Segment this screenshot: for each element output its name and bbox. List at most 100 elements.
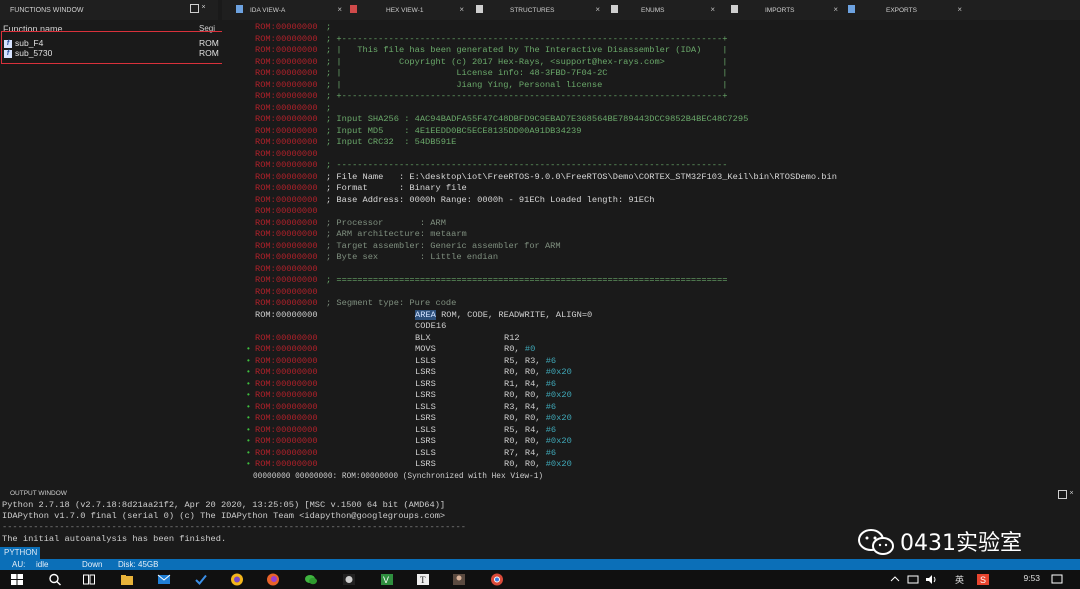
address-label[interactable]: ROM:00000000: [255, 68, 318, 79]
listing-line[interactable]: ROM:00000000 ; Segment type: Pure code: [222, 298, 1080, 309]
network-icon[interactable]: [906, 573, 920, 586]
mnemonic[interactable]: LSLS: [415, 448, 436, 459]
mnemonic[interactable]: LSRS: [415, 367, 436, 378]
vim-icon[interactable]: V: [380, 573, 394, 586]
address-label[interactable]: ROM:00000000: [255, 298, 318, 309]
operands[interactable]: R0, R0, #0x20: [504, 459, 572, 470]
mnemonic[interactable]: LSRS: [415, 459, 436, 470]
search-icon[interactable]: [48, 573, 62, 586]
listing-line[interactable]: ROM:00000000 AREA ROM, CODE, READWRITE, A…: [222, 309, 1080, 321]
close-tab-icon[interactable]: ×: [337, 5, 342, 14]
address-label[interactable]: ROM:00000000: [255, 402, 318, 413]
mnemonic[interactable]: LSLS: [415, 402, 436, 413]
address-label[interactable]: ROM:00000000: [255, 379, 318, 390]
mnemonic[interactable]: LSRS: [415, 390, 436, 401]
operands[interactable]: R0, #0: [504, 344, 535, 355]
ida-app-icon[interactable]: [342, 573, 356, 586]
address-label[interactable]: ROM:00000000: [255, 91, 318, 102]
listing-line[interactable]: ROM:00000000 ; Target assembler: Generic …: [222, 241, 1080, 252]
listing-line[interactable]: ROM:00000000 ; | This file has been gener…: [222, 45, 1080, 56]
listing-line[interactable]: ROM:00000000: [222, 264, 1080, 275]
listing-line[interactable]: ROM:00000000 BLX R12: [222, 333, 1080, 344]
listing-line[interactable]: ROM:00000000 ; Input MD5 : 4E1EEDD0BC5ECE…: [222, 126, 1080, 137]
firefox-icon[interactable]: [266, 573, 280, 586]
address-label[interactable]: ROM:00000000: [255, 310, 318, 321]
mnemonic[interactable]: LSRS: [415, 436, 436, 447]
address-label[interactable]: ROM:00000000: [255, 114, 318, 125]
listing-line[interactable]: • ROM:00000000 MOVS R0, #0: [222, 344, 1080, 355]
listing-line[interactable]: ROM:00000000 ; Byte sex : Little endian: [222, 252, 1080, 263]
address-label[interactable]: ROM:00000000: [255, 103, 318, 114]
address-label[interactable]: ROM:00000000: [255, 22, 318, 33]
python-button[interactable]: PYTHON: [0, 547, 40, 559]
tab-hex-view[interactable]: HEX VIEW-1 ×: [346, 0, 466, 20]
address-label[interactable]: ROM:00000000: [255, 218, 318, 229]
mnemonic[interactable]: LSRS: [415, 413, 436, 424]
operands[interactable]: R5, R4, #6: [504, 425, 556, 436]
mnemonic[interactable]: LSLS: [415, 425, 436, 436]
tab-exports[interactable]: EXPORTS ×: [844, 0, 964, 20]
listing-line[interactable]: ROM:00000000 ; --------------------------…: [222, 160, 1080, 171]
address-label[interactable]: ROM:00000000: [255, 34, 318, 45]
address-label[interactable]: ROM:00000000: [255, 459, 318, 470]
close-tab-icon[interactable]: ×: [459, 5, 464, 14]
listing-line[interactable]: ROM:00000000: [222, 206, 1080, 217]
typora-icon[interactable]: T: [416, 573, 430, 586]
address-label[interactable]: ROM:00000000: [255, 356, 318, 367]
close-tab-icon[interactable]: ×: [710, 5, 715, 14]
address-label[interactable]: ROM:00000000: [255, 206, 318, 217]
mail-icon[interactable]: [157, 573, 171, 586]
address-label[interactable]: ROM:00000000: [255, 126, 318, 137]
address-label[interactable]: ROM:00000000: [255, 264, 318, 275]
address-label[interactable]: ROM:00000000: [255, 333, 318, 344]
address-label[interactable]: ROM:00000000: [255, 344, 318, 355]
address-label[interactable]: ROM:00000000: [255, 229, 318, 240]
address-label[interactable]: ROM:00000000: [255, 195, 318, 206]
listing-line[interactable]: • ROM:00000000 LSRS R0, R0, #0x20: [222, 413, 1080, 424]
address-label[interactable]: ROM:00000000: [255, 367, 318, 378]
tab-structures[interactable]: STRUCTURES ×: [472, 0, 602, 20]
windows-start-icon[interactable]: [10, 573, 24, 586]
address-label[interactable]: ROM:00000000: [255, 172, 318, 183]
mnemonic[interactable]: LSLS: [415, 356, 436, 367]
area-keyword[interactable]: AREA: [415, 309, 436, 320]
listing-line[interactable]: ROM:00000000: [222, 287, 1080, 298]
user-photo-icon[interactable]: [452, 573, 466, 586]
listing-line[interactable]: ROM:00000000: [222, 149, 1080, 160]
address-label[interactable]: ROM:00000000: [255, 183, 318, 194]
listing-line[interactable]: ROM:00000000 ; Format : Binary file: [222, 183, 1080, 194]
disassembly-view[interactable]: ROM:00000000; ROM:00000000; +------------…: [222, 20, 1080, 469]
listing-line[interactable]: • ROM:00000000 LSRS R0, R0, #0x20: [222, 367, 1080, 378]
address-label[interactable]: ROM:00000000: [255, 241, 318, 252]
address-label[interactable]: ROM:00000000: [255, 448, 318, 459]
close-window-icon[interactable]: ×: [200, 4, 207, 11]
operands[interactable]: R5, R3, #6: [504, 356, 556, 367]
address-label[interactable]: ROM:00000000: [255, 252, 318, 263]
address-label[interactable]: ROM:00000000: [255, 275, 318, 286]
close-tab-icon[interactable]: ×: [833, 5, 838, 14]
listing-line[interactable]: • ROM:00000000 LSLS R5, R4, #6: [222, 425, 1080, 436]
clock[interactable]: 9:53: [1023, 573, 1040, 583]
address-label[interactable]: ROM:00000000: [255, 57, 318, 68]
listing-line[interactable]: ROM:00000000 ; Processor : ARM: [222, 218, 1080, 229]
address-label[interactable]: ROM:00000000: [255, 80, 318, 91]
volume-icon[interactable]: [924, 573, 938, 586]
listing-line[interactable]: • ROM:00000000 LSLS R5, R3, #6: [222, 356, 1080, 367]
address-label[interactable]: ROM:00000000: [255, 390, 318, 401]
listing-line[interactable]: • ROM:00000000 LSRS R0, R0, #0x20: [222, 459, 1080, 470]
tray-chevron-icon[interactable]: [888, 573, 902, 586]
task-view-icon[interactable]: [82, 573, 96, 586]
listing-line[interactable]: ROM:00000000 ; ==========================…: [222, 275, 1080, 286]
mnemonic[interactable]: LSRS: [415, 379, 436, 390]
operands[interactable]: R0, R0, #0x20: [504, 390, 572, 401]
operands[interactable]: R1, R4, #6: [504, 379, 556, 390]
address-label[interactable]: ROM:00000000: [255, 137, 318, 148]
address-label[interactable]: ROM:00000000: [255, 413, 318, 424]
listing-line[interactable]: ROM:00000000 ; ARM architecture: metaarm: [222, 229, 1080, 240]
chrome-icon[interactable]: [490, 573, 504, 586]
operands[interactable]: R0, R0, #0x20: [504, 367, 572, 378]
todo-check-icon[interactable]: [194, 573, 208, 586]
wechat-app-icon[interactable]: [304, 573, 318, 586]
chrome-canary-icon[interactable]: [230, 573, 244, 586]
address-label[interactable]: ROM:00000000: [255, 149, 318, 160]
